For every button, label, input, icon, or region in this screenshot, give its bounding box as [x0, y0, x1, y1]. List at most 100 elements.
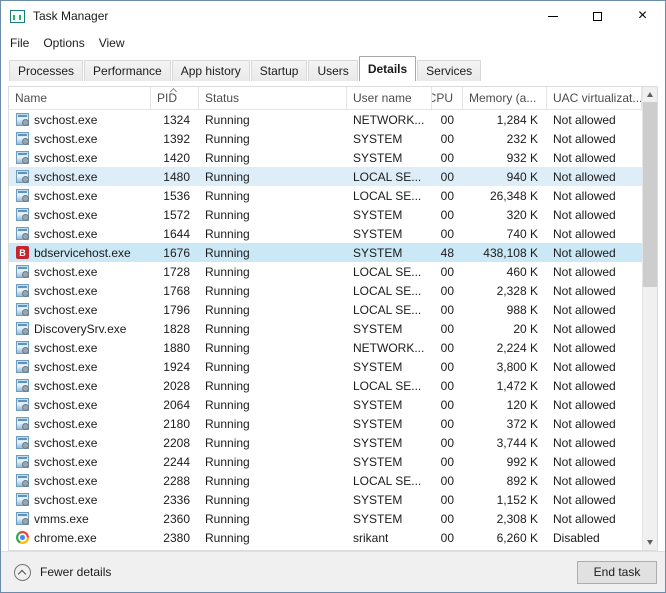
- table-row[interactable]: svchost.exe1420RunningSYSTEM00932 KNot a…: [9, 148, 642, 167]
- exe-window-icon: [16, 322, 29, 335]
- table-row[interactable]: svchost.exe1924RunningSYSTEM003,800 KNot…: [9, 357, 642, 376]
- table-row[interactable]: DiscoverySrv.exe1828RunningSYSTEM0020 KN…: [9, 319, 642, 338]
- cpu-cell: 00: [432, 379, 463, 393]
- exe-window-icon: [16, 151, 29, 164]
- table-row[interactable]: svchost.exe2064RunningSYSTEM00120 KNot a…: [9, 395, 642, 414]
- table-body: svchost.exe1324RunningNETWORK...001,284 …: [9, 110, 642, 550]
- table-row[interactable]: svchost.exe1480RunningLOCAL SE...00940 K…: [9, 167, 642, 186]
- status-cell: Running: [199, 322, 347, 336]
- table-row[interactable]: chrome.exe2380Runningsrikant006,260 KDis…: [9, 528, 642, 547]
- process-name: svchost.exe: [34, 208, 97, 222]
- column-header-status[interactable]: Status: [199, 87, 347, 109]
- process-name-cell: svchost.exe: [9, 360, 151, 374]
- uac-virtualization-cell: Not allowed: [547, 493, 642, 507]
- pid-cell: 1880: [151, 341, 199, 355]
- tab-performance[interactable]: Performance: [84, 60, 171, 81]
- process-name: chrome.exe: [34, 531, 97, 545]
- chrome-icon: [16, 531, 29, 544]
- pid-cell: 1676: [151, 246, 199, 260]
- status-cell: Running: [199, 151, 347, 165]
- status-cell: Running: [199, 208, 347, 222]
- uac-virtualization-cell: Not allowed: [547, 360, 642, 374]
- tab-details[interactable]: Details: [359, 56, 416, 81]
- table-row[interactable]: svchost.exe1796RunningLOCAL SE...00988 K…: [9, 300, 642, 319]
- fewer-details-toggle[interactable]: Fewer details: [14, 564, 111, 581]
- user-name-cell: NETWORK...: [347, 113, 432, 127]
- table-row[interactable]: svchost.exe1536RunningLOCAL SE...0026,34…: [9, 186, 642, 205]
- task-manager-icon: [10, 10, 25, 23]
- uac-virtualization-cell: Not allowed: [547, 379, 642, 393]
- pid-cell: 2064: [151, 398, 199, 412]
- process-name: svchost.exe: [34, 417, 97, 431]
- column-header-name[interactable]: Name: [9, 87, 151, 109]
- table-row[interactable]: svchost.exe1572RunningSYSTEM00320 KNot a…: [9, 205, 642, 224]
- table-row[interactable]: svchost.exe2288RunningLOCAL SE...00892 K…: [9, 471, 642, 490]
- close-button[interactable]: ×: [620, 1, 665, 31]
- minimize-icon: [548, 16, 558, 17]
- uac-virtualization-cell: Not allowed: [547, 246, 642, 260]
- table-row[interactable]: svchost.exe1880RunningNETWORK...002,224 …: [9, 338, 642, 357]
- menu-file[interactable]: File: [3, 31, 36, 55]
- uac-virtualization-cell: Not allowed: [547, 474, 642, 488]
- tab-app-history[interactable]: App history: [172, 60, 250, 81]
- table-row[interactable]: vmms.exe2360RunningSYSTEM002,308 KNot al…: [9, 509, 642, 528]
- table-row[interactable]: svchost.exe2336RunningSYSTEM001,152 KNot…: [9, 490, 642, 509]
- end-task-button[interactable]: End task: [577, 561, 657, 584]
- column-header-pid[interactable]: PID: [151, 87, 199, 109]
- scroll-down-button[interactable]: [643, 535, 657, 550]
- table-row[interactable]: svchost.exe1768RunningLOCAL SE...002,328…: [9, 281, 642, 300]
- user-name-cell: srikant: [347, 531, 432, 545]
- pid-cell: 1728: [151, 265, 199, 279]
- process-name-cell: svchost.exe: [9, 227, 151, 241]
- uac-virtualization-cell: Not allowed: [547, 322, 642, 336]
- table-row[interactable]: svchost.exe2244RunningSYSTEM00992 KNot a…: [9, 452, 642, 471]
- process-name-cell: svchost.exe: [9, 303, 151, 317]
- user-name-cell: SYSTEM: [347, 493, 432, 507]
- fewer-details-label: Fewer details: [40, 565, 111, 579]
- user-name-cell: NETWORK...: [347, 341, 432, 355]
- menu-options[interactable]: Options: [36, 31, 91, 55]
- table-row[interactable]: svchost.exe1324RunningNETWORK...001,284 …: [9, 110, 642, 129]
- tab-services[interactable]: Services: [417, 60, 481, 81]
- exe-window-icon: [16, 227, 29, 240]
- table-row[interactable]: svchost.exe1392RunningSYSTEM00232 KNot a…: [9, 129, 642, 148]
- user-name-cell: SYSTEM: [347, 208, 432, 222]
- details-table: Name PID Status User name CPU Memory (a.…: [8, 86, 658, 551]
- table-row[interactable]: bdservicehost.exe1676RunningSYSTEM48438,…: [9, 243, 642, 262]
- scroll-up-icon: [647, 92, 653, 97]
- process-name: bdservicehost.exe: [34, 246, 131, 260]
- scroll-up-button[interactable]: [643, 87, 657, 102]
- scrollbar-thumb[interactable]: [643, 102, 657, 287]
- process-name: svchost.exe: [34, 398, 97, 412]
- table-row[interactable]: svchost.exe2180RunningSYSTEM00372 KNot a…: [9, 414, 642, 433]
- cpu-cell: 00: [432, 360, 463, 374]
- uac-virtualization-cell: Not allowed: [547, 417, 642, 431]
- tab-processes[interactable]: Processes: [9, 60, 83, 81]
- column-header-cpu[interactable]: CPU: [432, 87, 463, 109]
- column-header-uac-virtualization[interactable]: UAC virtualizat...: [547, 87, 642, 109]
- cpu-cell: 00: [432, 531, 463, 545]
- minimize-button[interactable]: [530, 1, 575, 31]
- column-header-memory[interactable]: Memory (a...: [463, 87, 547, 109]
- process-name: svchost.exe: [34, 170, 97, 184]
- table-row[interactable]: svchost.exe2028RunningLOCAL SE...001,472…: [9, 376, 642, 395]
- scrollbar-track[interactable]: [643, 102, 657, 535]
- column-header-user-name[interactable]: User name: [347, 87, 432, 109]
- table-row[interactable]: svchost.exe1728RunningLOCAL SE...00460 K…: [9, 262, 642, 281]
- user-name-cell: LOCAL SE...: [347, 379, 432, 393]
- process-name: vmms.exe: [34, 512, 89, 526]
- exe-window-icon: [16, 113, 29, 126]
- task-manager-window: Task Manager × File Options View Process…: [0, 0, 666, 593]
- maximize-button[interactable]: [575, 1, 620, 31]
- column-label: Name: [15, 91, 47, 105]
- column-label: Memory (a...: [469, 91, 536, 105]
- menu-view[interactable]: View: [92, 31, 132, 55]
- user-name-cell: LOCAL SE...: [347, 170, 432, 184]
- vertical-scrollbar[interactable]: [642, 87, 657, 550]
- process-name-cell: svchost.exe: [9, 474, 151, 488]
- tab-users[interactable]: Users: [308, 60, 357, 81]
- table-row[interactable]: svchost.exe2208RunningSYSTEM003,744 KNot…: [9, 433, 642, 452]
- process-name-cell: svchost.exe: [9, 493, 151, 507]
- tab-startup[interactable]: Startup: [251, 60, 308, 81]
- table-row[interactable]: svchost.exe1644RunningSYSTEM00740 KNot a…: [9, 224, 642, 243]
